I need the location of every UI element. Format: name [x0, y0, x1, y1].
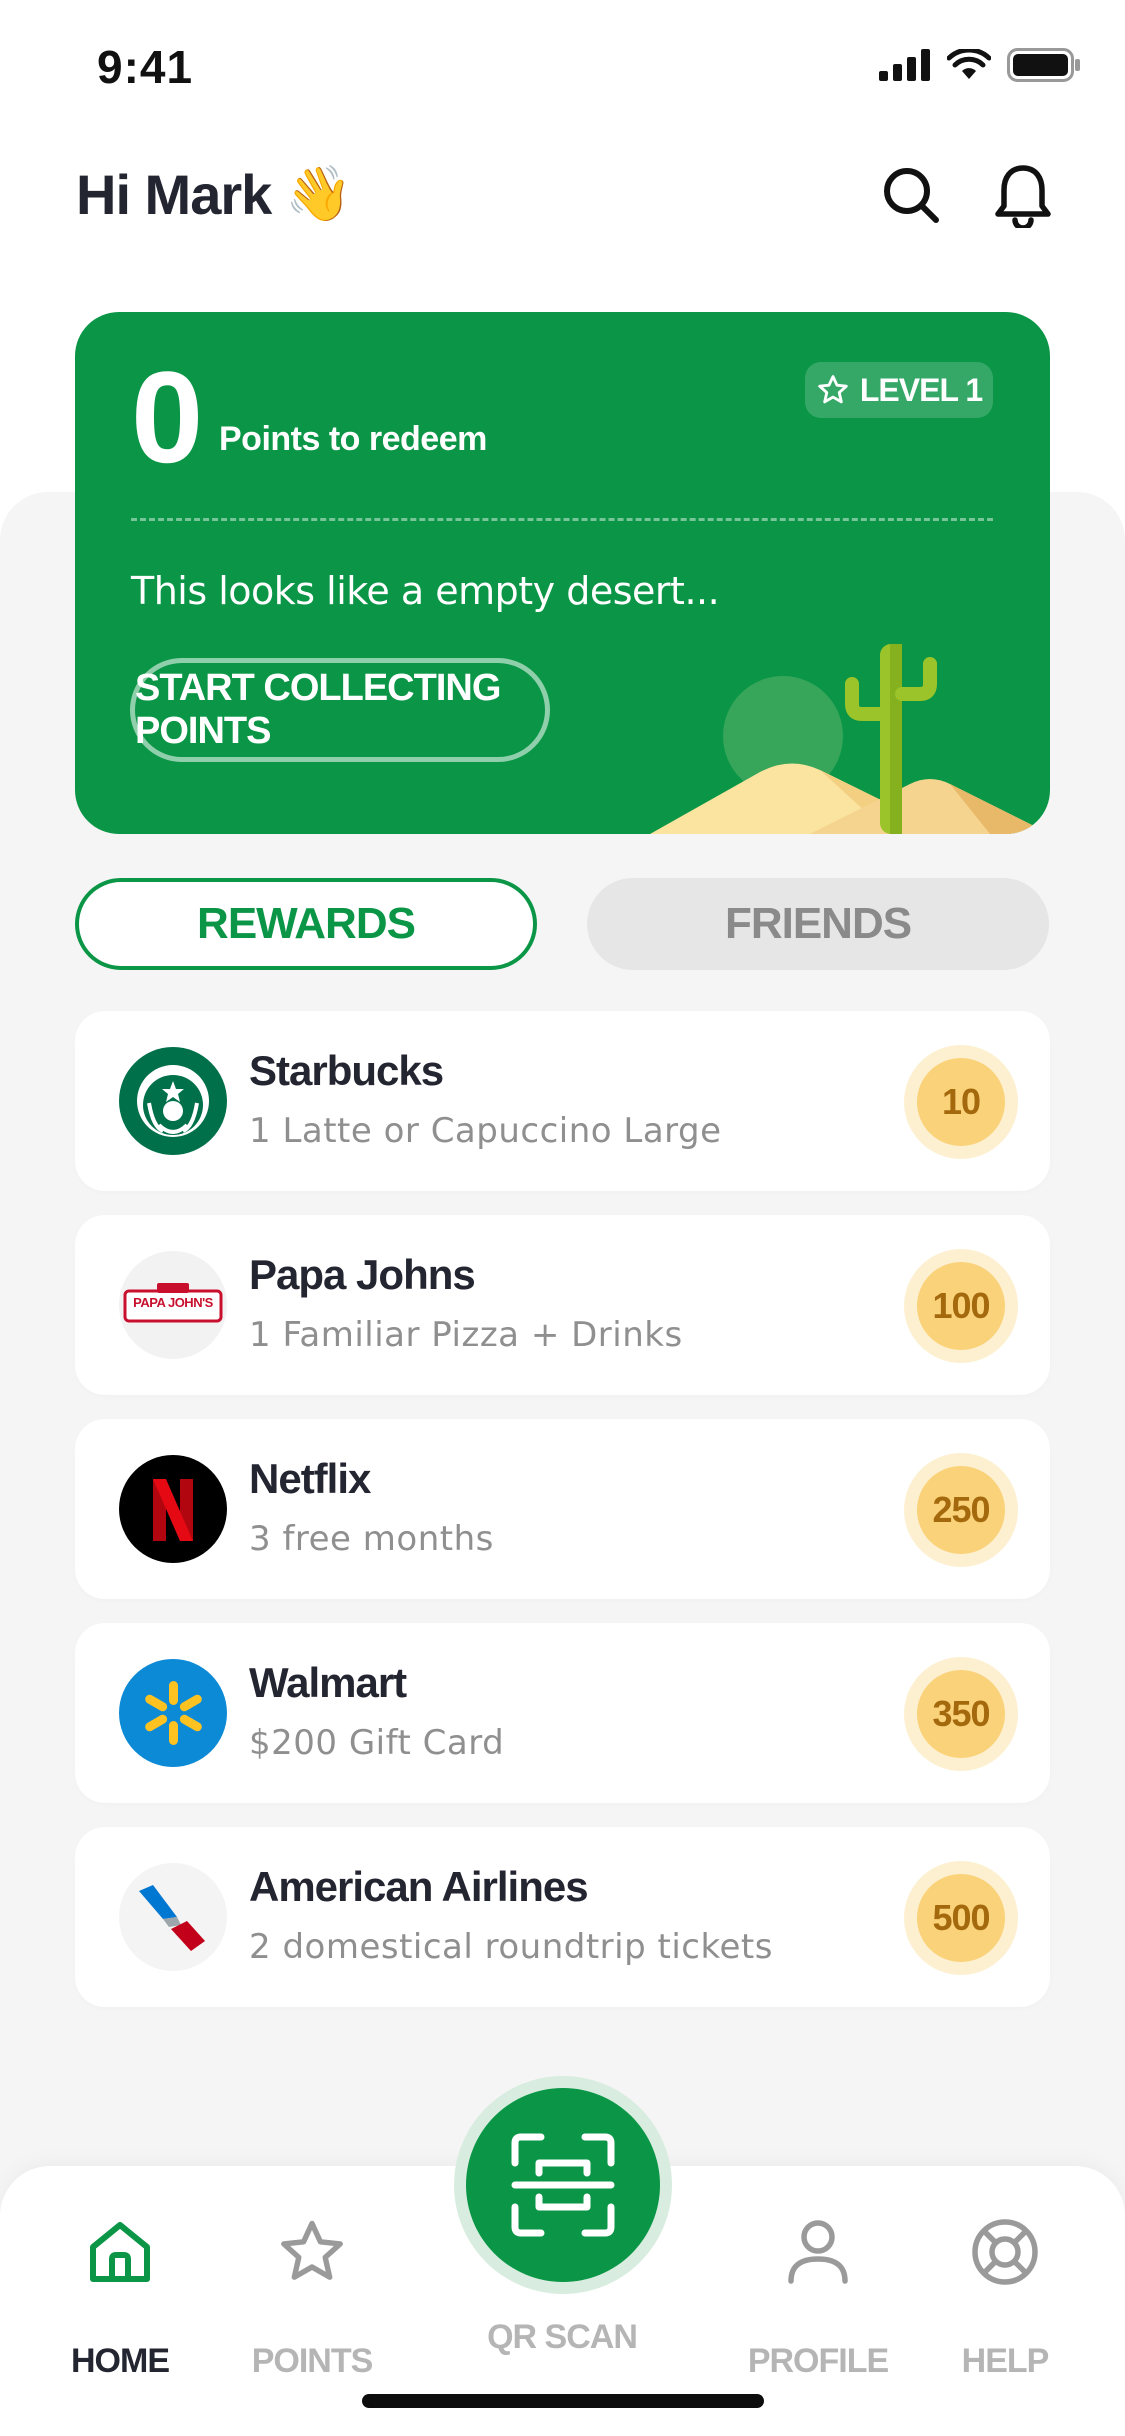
user-icon — [788, 2220, 848, 2284]
reward-description: 1 Familiar Pizza + Drinks — [249, 1315, 683, 1355]
waving-hand-icon: 👋 — [285, 164, 352, 224]
nav-profile[interactable]: PROFILE — [747, 2212, 889, 2382]
netflix-n-icon — [153, 1479, 193, 1541]
netflix-logo — [119, 1455, 227, 1563]
reward-name: Netflix — [249, 1455, 371, 1502]
home-icon — [90, 2222, 150, 2282]
star-icon — [818, 375, 848, 404]
empty-state-message: This looks like a empty desert... — [131, 569, 720, 613]
greeting-text: Hi Mark — [76, 163, 272, 226]
desert-illustration — [650, 644, 1050, 834]
reward-points-coin: 250 — [904, 1453, 1018, 1567]
search-button[interactable] — [879, 160, 943, 230]
walmart-spark-icon — [145, 1681, 202, 1745]
points-balance: 0 — [131, 344, 204, 490]
reward-description: 3 free months — [249, 1519, 494, 1559]
greeting: Hi Mark 👋 — [76, 162, 353, 227]
nav-help-label: HELP — [961, 2342, 1050, 2380]
status-bar: 9:41 — [0, 0, 1125, 140]
battery-icon — [1007, 48, 1080, 82]
reward-item-starbucks[interactable]: Starbucks 1 Latte or Capuccino Large 10 — [75, 1011, 1050, 1191]
nav-points[interactable]: POINTS — [242, 2212, 382, 2382]
rewards-list: Starbucks 1 Latte or Capuccino Large 10 … — [75, 1011, 1050, 2031]
wifi-icon — [947, 49, 991, 79]
cellular-signal-icon — [879, 49, 930, 81]
papa-johns-logo-text: PAPA JOHN'S — [133, 1295, 213, 1310]
reward-points-coin: 10 — [904, 1045, 1018, 1159]
american-airlines-flight-symbol-icon — [139, 1885, 205, 1951]
divider — [131, 518, 993, 521]
search-icon — [884, 168, 939, 223]
qr-scan-button[interactable] — [454, 2076, 672, 2294]
reward-points: 350 — [917, 1670, 1005, 1758]
reward-points: 100 — [917, 1262, 1005, 1350]
start-collecting-button[interactable]: START COLLECTING POINTS — [130, 658, 550, 762]
reward-description: $200 Gift Card — [249, 1723, 505, 1763]
nav-qr-scan-label: QR SCAN — [487, 2318, 638, 2356]
reward-points-coin: 100 — [904, 1249, 1018, 1363]
status-icons — [879, 48, 1081, 82]
bell-icon — [995, 165, 1051, 228]
reward-item-papa-johns[interactable]: PAPA JOHN'S Papa Johns 1 Familiar Pizza … — [75, 1215, 1050, 1395]
level-badge: LEVEL 1 — [805, 362, 993, 418]
nav-home-label: HOME — [71, 2342, 170, 2380]
star-icon — [281, 2220, 343, 2280]
reward-points-coin: 350 — [904, 1657, 1018, 1771]
home-indicator — [362, 2394, 764, 2408]
level-text: LEVEL 1 — [859, 371, 983, 408]
reward-name: Starbucks — [249, 1047, 444, 1094]
reward-item-american-airlines[interactable]: American Airlines 2 domestical roundtrip… — [75, 1827, 1050, 2007]
reward-points: 250 — [917, 1466, 1005, 1554]
reward-points-coin: 500 — [904, 1861, 1018, 1975]
nav-home[interactable]: HOME — [50, 2212, 190, 2382]
reward-points: 500 — [917, 1874, 1005, 1962]
nav-help[interactable]: HELP — [935, 2212, 1075, 2382]
qr-scan-icon — [511, 2133, 615, 2237]
points-label: Points to redeem — [219, 420, 487, 458]
header-actions — [879, 160, 1055, 230]
nav-profile-label: PROFILE — [747, 2342, 889, 2380]
reward-item-walmart[interactable]: Walmart $200 Gift Card 350 — [75, 1623, 1050, 1803]
qr-scan-button-inner — [466, 2088, 660, 2282]
walmart-logo — [119, 1659, 227, 1767]
tab-friends[interactable]: FRIENDS — [587, 878, 1049, 970]
papa-johns-logo: PAPA JOHN'S — [119, 1251, 227, 1359]
nav-points-label: POINTS — [251, 2342, 374, 2380]
american-airlines-logo — [119, 1863, 227, 1971]
reward-item-netflix[interactable]: Netflix 3 free months 250 — [75, 1419, 1050, 1599]
reward-description: 1 Latte or Capuccino Large — [249, 1111, 722, 1151]
reward-name: American Airlines — [249, 1863, 589, 1910]
starbucks-logo — [119, 1047, 227, 1155]
notifications-button[interactable] — [991, 160, 1055, 230]
reward-name: Walmart — [249, 1659, 407, 1706]
starbucks-siren-icon — [121, 1049, 225, 1153]
reward-description: 2 domestical roundtrip tickets — [249, 1927, 773, 1967]
reward-name: Papa Johns — [249, 1251, 476, 1298]
lifebuoy-icon — [972, 2219, 1038, 2285]
status-time: 9:41 — [97, 41, 194, 93]
reward-points: 10 — [917, 1058, 1005, 1146]
tab-rewards[interactable]: REWARDS — [75, 878, 537, 970]
points-card: 0 Points to redeem LEVEL 1 This looks li… — [75, 312, 1050, 834]
